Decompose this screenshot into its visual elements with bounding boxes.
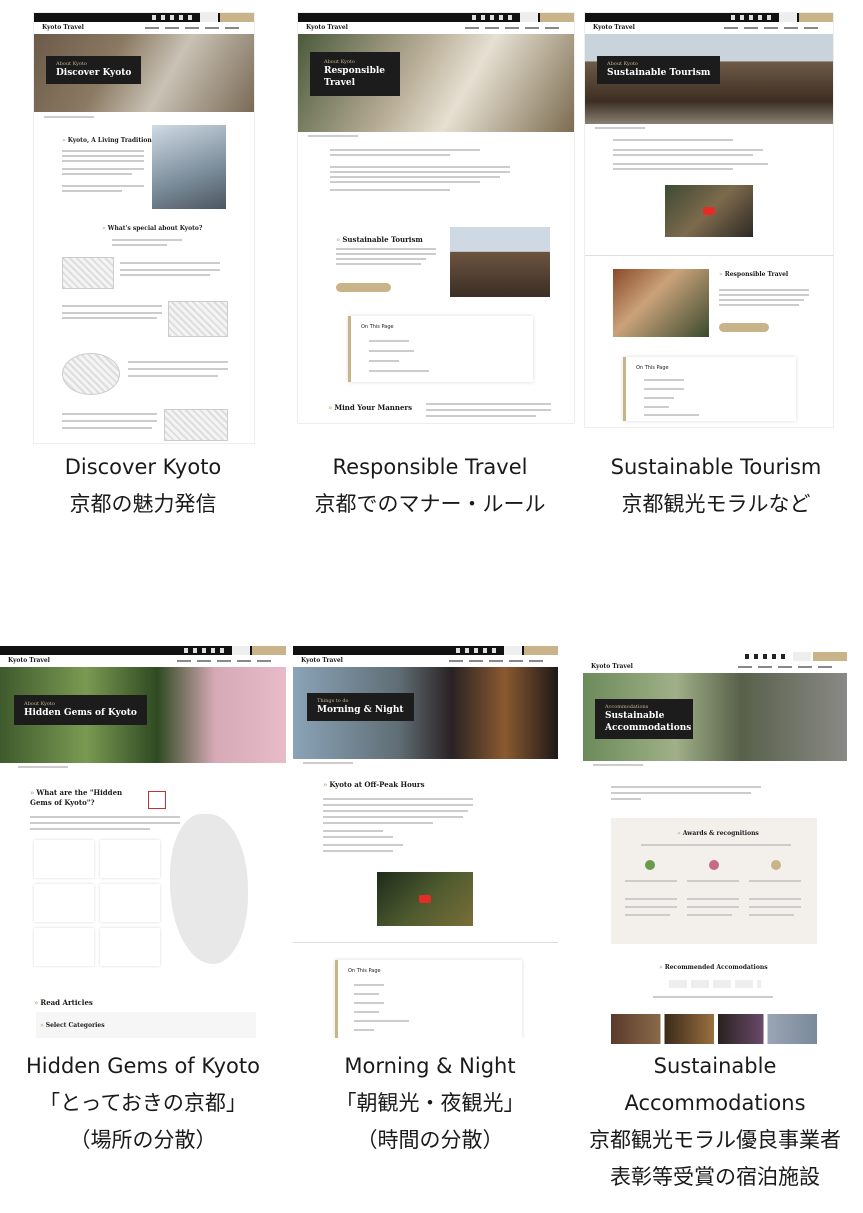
- site-nav: Kyoto Travel: [585, 22, 833, 34]
- section-heading: Recommended Accomodations: [659, 964, 768, 971]
- tile-caption: Hidden Gems of Kyoto 「とっておきの京都」 （場所の分散）: [26, 1054, 260, 1152]
- site-topbar: [293, 646, 558, 655]
- section-heading: Mind Your Manners: [328, 403, 412, 412]
- on-this-page-box: On This Page: [348, 316, 533, 382]
- site-logo: Kyoto Travel: [306, 24, 348, 31]
- site-logo: Kyoto Travel: [8, 657, 50, 664]
- hero-label: Accommodations Sustainable Accommodation…: [595, 699, 693, 739]
- read-more-button[interactable]: [336, 283, 391, 292]
- site-nav: Kyoto Travel: [298, 22, 574, 34]
- tile-caption: Sustainable Accommodations 京都観光モラル優良事業者 …: [589, 1054, 841, 1189]
- on-this-page-box: On This Page: [623, 357, 796, 421]
- site-nav: Kyoto Travel: [34, 22, 254, 34]
- tile-caption: Morning & Night 「朝観光・夜観光」 （時間の分散）: [335, 1054, 525, 1152]
- tile-caption: Responsible Travel 京都でのマナー・ルール: [314, 455, 546, 516]
- hero-label: About Kyoto Sustainable Tourism: [597, 56, 721, 84]
- site-nav: Kyoto Travel: [583, 661, 847, 673]
- site-logo: Kyoto Travel: [42, 24, 84, 31]
- hero-image: About Kyoto Responsible Travel: [298, 34, 574, 132]
- page-thumbnail: Kyoto Travel Things to do Morning & Nigh…: [293, 646, 558, 1038]
- section-heading: Kyoto at Off-Peak Hours: [323, 780, 424, 789]
- section-heading: Read Articles: [34, 998, 92, 1007]
- tile-hidden-gems[interactable]: Kyoto Travel About Kyoto Hidden Gems of …: [0, 646, 286, 1038]
- hero-image: About Kyoto Hidden Gems of Kyoto: [0, 667, 286, 763]
- section-heading: What's special about Kyoto?: [102, 225, 203, 232]
- site-nav: Kyoto Travel: [293, 655, 558, 667]
- section-heading: Sustainable Tourism: [336, 235, 422, 244]
- hero-label: Things to do Morning & Night: [307, 693, 414, 721]
- video-player[interactable]: [377, 872, 473, 926]
- section-heading: Select Categories: [40, 1022, 105, 1029]
- hero-label: About Kyoto Hidden Gems of Kyoto: [14, 695, 147, 725]
- on-this-page-box: On This Page: [335, 960, 522, 1038]
- tile-discover-kyoto[interactable]: Kyoto Travel About Kyoto Discover Kyoto …: [33, 12, 255, 444]
- site-nav: Kyoto Travel: [0, 655, 286, 667]
- site-topbar: [585, 13, 833, 22]
- tile-sustainable-accommodations[interactable]: Kyoto Travel Accommodations Sustainable …: [583, 652, 847, 1046]
- tile-caption: Discover Kyoto 京都の魅力発信: [64, 455, 222, 516]
- page-thumbnail: Kyoto Travel About Kyoto Sustainable Tou…: [584, 12, 834, 428]
- page-thumbnail: Kyoto Travel Accommodations Sustainable …: [583, 652, 847, 1046]
- hero-image: Accommodations Sustainable Accommodation…: [583, 673, 847, 761]
- tile-responsible-travel[interactable]: Kyoto Travel About Kyoto Responsible Tra…: [297, 12, 575, 424]
- hero-image: About Kyoto Sustainable Tourism: [585, 34, 833, 124]
- awards-panel: Awards & recognitions: [611, 818, 817, 944]
- video-player[interactable]: [665, 185, 753, 237]
- site-logo: Kyoto Travel: [591, 663, 633, 670]
- section-heading: Kyoto, A Living Tradition: [62, 137, 152, 144]
- page-thumbnail: Kyoto Travel About Kyoto Responsible Tra…: [297, 12, 575, 424]
- kyoto-map: [170, 814, 248, 964]
- street-image: [450, 227, 550, 297]
- hero-label: About Kyoto Responsible Travel: [310, 52, 400, 96]
- page-thumbnail: Kyoto Travel About Kyoto Discover Kyoto …: [33, 12, 255, 444]
- site-topbar: [34, 13, 254, 22]
- tile-sustainable-tourism[interactable]: Kyoto Travel About Kyoto Sustainable Tou…: [584, 12, 834, 428]
- kyoto-station-image: [152, 125, 226, 209]
- sign-image: [613, 269, 709, 337]
- site-logo: Kyoto Travel: [301, 657, 343, 664]
- page-thumbnail: Kyoto Travel About Kyoto Hidden Gems of …: [0, 646, 286, 1038]
- section-heading: Awards & recognitions: [677, 830, 759, 837]
- hero-image: Things to do Morning & Night: [293, 667, 558, 759]
- tile-caption: Sustainable Tourism 京都観光モラルなど: [610, 455, 822, 516]
- site-topbar: [0, 646, 286, 655]
- read-more-button[interactable]: [719, 323, 769, 332]
- section-heading: What are the "Hidden Gems of Kyoto"?: [30, 788, 140, 808]
- tile-morning-night[interactable]: Kyoto Travel Things to do Morning & Nigh…: [293, 646, 558, 1038]
- site-topbar: [298, 13, 574, 22]
- hero-label: About Kyoto Discover Kyoto: [46, 56, 142, 84]
- site-logo: Kyoto Travel: [593, 24, 635, 31]
- hero-image: About Kyoto Discover Kyoto: [34, 34, 254, 112]
- section-heading: Responsible Travel: [719, 271, 788, 278]
